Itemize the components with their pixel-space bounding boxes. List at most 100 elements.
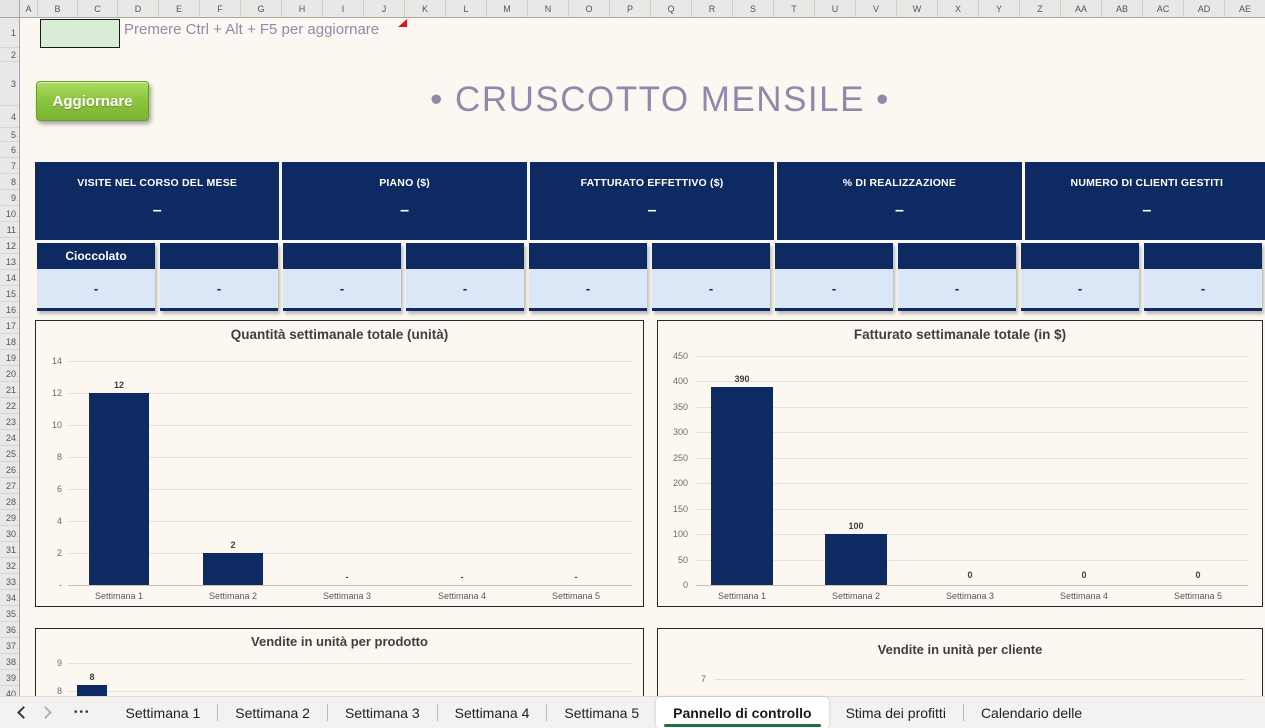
kpi-value: – bbox=[35, 202, 279, 220]
x-axis-label: Settimana 2 bbox=[806, 591, 906, 601]
tabs-scroll-right-button[interactable] bbox=[30, 697, 60, 728]
chart-title: Vendite in unità per cliente bbox=[658, 642, 1262, 657]
row-header-9[interactable]: 9 bbox=[0, 190, 19, 206]
row-header-3[interactable]: 3 bbox=[0, 62, 19, 106]
column-header-AC[interactable]: AC bbox=[1143, 0, 1184, 17]
gridline bbox=[696, 356, 1248, 357]
sheet-tab-calendario-delle[interactable]: Calendario delle bbox=[964, 697, 1099, 728]
column-header-I[interactable]: I bbox=[323, 0, 364, 17]
column-header-V[interactable]: V bbox=[856, 0, 897, 17]
select-all-corner[interactable] bbox=[0, 0, 20, 18]
row-header-5[interactable]: 5 bbox=[0, 128, 19, 142]
y-axis-tick: 12 bbox=[36, 388, 62, 398]
row-header-24[interactable]: 24 bbox=[0, 430, 19, 446]
column-header-O[interactable]: O bbox=[569, 0, 610, 17]
row-header-31[interactable]: 31 bbox=[0, 542, 19, 558]
row-header-23[interactable]: 23 bbox=[0, 414, 19, 430]
row-header-40[interactable]: 40 bbox=[0, 686, 19, 696]
bar-value-label: 100 bbox=[826, 521, 886, 531]
row-header-34[interactable]: 34 bbox=[0, 590, 19, 606]
row-header-30[interactable]: 30 bbox=[0, 526, 19, 542]
column-header-S[interactable]: S bbox=[733, 0, 774, 17]
column-header-U[interactable]: U bbox=[815, 0, 856, 17]
row-header-7[interactable]: 7 bbox=[0, 158, 19, 174]
row-header-36[interactable]: 36 bbox=[0, 622, 19, 638]
row-header-35[interactable]: 35 bbox=[0, 606, 19, 622]
column-header-F[interactable]: F bbox=[200, 0, 241, 17]
kpi-value: – bbox=[282, 202, 526, 220]
row-header-13[interactable]: 13 bbox=[0, 254, 19, 270]
sheet-tab-settimana-4[interactable]: Settimana 4 bbox=[438, 697, 547, 728]
row-header-29[interactable]: 29 bbox=[0, 510, 19, 526]
tabs-scroll-left-button[interactable] bbox=[0, 697, 30, 728]
column-header-W[interactable]: W bbox=[897, 0, 938, 17]
row-header-37[interactable]: 37 bbox=[0, 638, 19, 654]
column-header-G[interactable]: G bbox=[241, 0, 282, 17]
row-header-28[interactable]: 28 bbox=[0, 494, 19, 510]
row-header-11[interactable]: 11 bbox=[0, 222, 19, 238]
sheet-tab-settimana-1[interactable]: Settimana 1 bbox=[109, 697, 218, 728]
column-header-M[interactable]: M bbox=[487, 0, 528, 17]
row-header-2[interactable]: 2 bbox=[0, 48, 19, 62]
row-header-10[interactable]: 10 bbox=[0, 206, 19, 222]
ellipsis-icon[interactable]: ••• bbox=[74, 707, 91, 718]
chart-title: Quantità settimanale totale (unità) bbox=[36, 327, 643, 342]
column-header-Z[interactable]: Z bbox=[1020, 0, 1061, 17]
sheet-tab-pannello-di-controllo[interactable]: Pannello di controllo bbox=[656, 697, 828, 728]
column-header-Q[interactable]: Q bbox=[651, 0, 692, 17]
row-header-27[interactable]: 27 bbox=[0, 478, 19, 494]
row-header-32[interactable]: 32 bbox=[0, 558, 19, 574]
bar-value-label: 0 bbox=[940, 570, 1000, 580]
row-header-1[interactable]: 1 bbox=[0, 18, 19, 48]
column-header-AD[interactable]: AD bbox=[1184, 0, 1225, 17]
row-header-8[interactable]: 8 bbox=[0, 174, 19, 190]
column-header-E[interactable]: E bbox=[159, 0, 200, 17]
product-card-title bbox=[652, 243, 770, 269]
row-header-6[interactable]: 6 bbox=[0, 142, 19, 158]
sheet-tab-settimana-5[interactable]: Settimana 5 bbox=[547, 697, 656, 728]
sheet-tab-settimana-2[interactable]: Settimana 2 bbox=[218, 697, 327, 728]
chart-title: Vendite in unità per prodotto bbox=[36, 634, 643, 649]
column-header-T[interactable]: T bbox=[774, 0, 815, 17]
row-header-33[interactable]: 33 bbox=[0, 574, 19, 590]
column-header-N[interactable]: N bbox=[528, 0, 569, 17]
column-header-AA[interactable]: AA bbox=[1061, 0, 1102, 17]
row-header-15[interactable]: 15 bbox=[0, 286, 19, 302]
column-header-R[interactable]: R bbox=[692, 0, 733, 17]
row-header-38[interactable]: 38 bbox=[0, 654, 19, 670]
row-header-21[interactable]: 21 bbox=[0, 382, 19, 398]
row-header-19[interactable]: 19 bbox=[0, 350, 19, 366]
column-header-D[interactable]: D bbox=[118, 0, 159, 17]
column-header-K[interactable]: K bbox=[405, 0, 446, 17]
y-axis-tick: 0 bbox=[658, 580, 688, 590]
column-header-C[interactable]: C bbox=[78, 0, 118, 17]
row-header-22[interactable]: 22 bbox=[0, 398, 19, 414]
row-header-17[interactable]: 17 bbox=[0, 318, 19, 334]
row-header-39[interactable]: 39 bbox=[0, 670, 19, 686]
column-header-H[interactable]: H bbox=[282, 0, 323, 17]
refresh-button[interactable]: Aggiornare bbox=[36, 81, 149, 121]
row-header-12[interactable]: 12 bbox=[0, 238, 19, 254]
column-header-B[interactable]: B bbox=[38, 0, 78, 17]
column-header-AB[interactable]: AB bbox=[1102, 0, 1143, 17]
column-header-P[interactable]: P bbox=[610, 0, 651, 17]
row-header-20[interactable]: 20 bbox=[0, 366, 19, 382]
product-card: - bbox=[406, 243, 524, 311]
row-header-18[interactable]: 18 bbox=[0, 334, 19, 350]
column-header-AE[interactable]: AE bbox=[1225, 0, 1265, 17]
chart-title: Fatturato settimanale totale (in $) bbox=[658, 327, 1262, 342]
row-header-14[interactable]: 14 bbox=[0, 270, 19, 286]
column-header-X[interactable]: X bbox=[938, 0, 979, 17]
column-header-J[interactable]: J bbox=[364, 0, 405, 17]
row-header-26[interactable]: 26 bbox=[0, 462, 19, 478]
gridline bbox=[696, 560, 1248, 561]
column-header-L[interactable]: L bbox=[446, 0, 487, 17]
sheet-tab-settimana-3[interactable]: Settimana 3 bbox=[328, 697, 437, 728]
column-header-A[interactable]: A bbox=[20, 0, 38, 17]
row-header-25[interactable]: 25 bbox=[0, 446, 19, 462]
row-header-16[interactable]: 16 bbox=[0, 302, 19, 318]
row-header-4[interactable]: 4 bbox=[0, 106, 19, 128]
sheet-tab-stima-dei-profitti[interactable]: Stima dei profitti bbox=[829, 697, 963, 728]
column-header-Y[interactable]: Y bbox=[979, 0, 1020, 17]
refresh-status-cell[interactable] bbox=[40, 19, 120, 48]
